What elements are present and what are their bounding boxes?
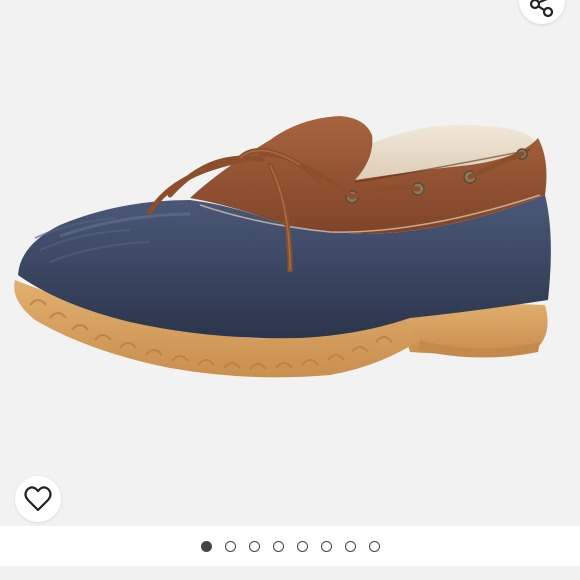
product-gallery — [0, 0, 580, 580]
duck-boot-shoe-image — [14, 116, 551, 378]
carousel-dot[interactable] — [344, 541, 356, 552]
carousel-dot[interactable] — [272, 541, 284, 552]
heart-icon — [24, 486, 52, 512]
carousel-dot[interactable] — [248, 541, 260, 552]
carousel-dot[interactable] — [320, 541, 332, 552]
product-photo[interactable] — [0, 0, 580, 526]
carousel-dot[interactable] — [296, 541, 308, 552]
bottom-divider — [0, 566, 580, 580]
carousel-dots — [200, 540, 380, 552]
carousel-dot[interactable] — [368, 541, 380, 552]
carousel-dot[interactable] — [224, 541, 236, 552]
carousel-pagination — [0, 526, 580, 566]
like-button[interactable] — [15, 476, 61, 522]
carousel-dot[interactable] — [200, 541, 212, 552]
share-icon — [529, 0, 554, 18]
